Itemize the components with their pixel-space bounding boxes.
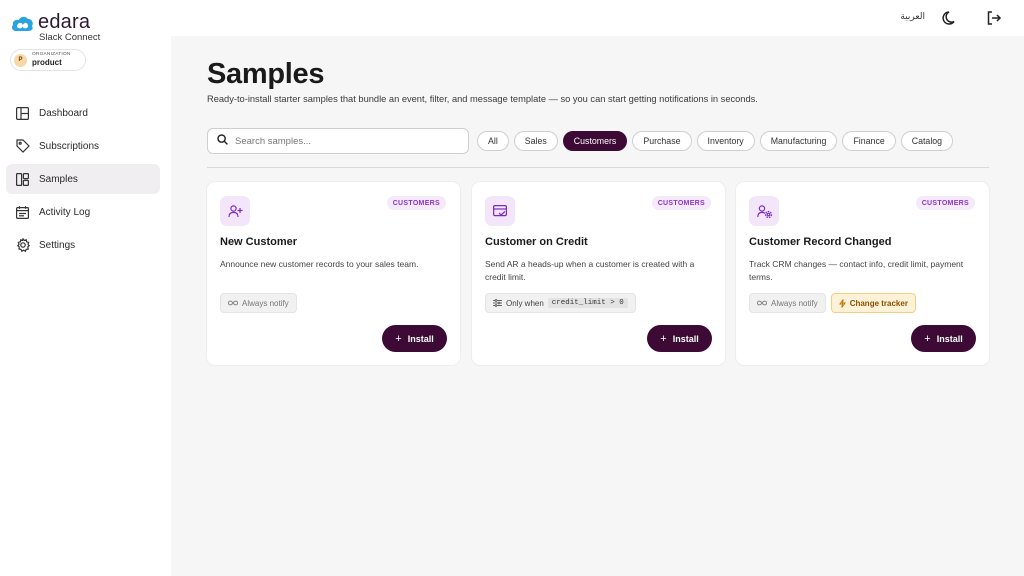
notify-badge: Always notify [220,293,297,313]
badge-text: Always notify [242,298,289,308]
card-badges: Only when credit_limit > 0 [485,293,641,313]
moon-icon[interactable] [942,10,958,26]
cloud-logo-icon [12,16,33,31]
bolt-icon [838,298,846,308]
organization-switcher[interactable]: P ORGANIZATION product [10,49,86,71]
filter-chip-customers[interactable]: Customers [562,131,628,151]
sidebar-item-activity-log[interactable]: Activity Log [6,197,160,227]
card-badges: Always notify [220,293,302,313]
sidebar-item-label: Activity Log [39,206,91,218]
page-subtitle: Ready-to-install starter samples that bu… [207,94,758,104]
filter-icon [493,299,502,307]
brand-name: edara [38,11,91,33]
filter-chip-all[interactable]: All [477,131,509,151]
infinity-icon [228,300,238,306]
brand[interactable]: edara Slack Connect [10,12,100,43]
search-icon [217,132,228,150]
top-bar: العربية [171,0,1024,36]
filter-chip-sales[interactable]: Sales [513,131,558,151]
filter-chip-manufacturing[interactable]: Manufacturing [759,131,838,151]
plus-icon: + [660,332,667,345]
filter-chip-inventory[interactable]: Inventory [696,131,755,151]
plus-icon: + [395,332,402,345]
card-title: Customer on Credit [485,236,588,248]
category-tag: CUSTOMERS [386,196,446,210]
sidebar: edara Slack Connect P ORGANIZATION produ… [0,0,171,576]
badge-text: Only when [506,298,544,308]
card-description: Announce new customer records to your sa… [220,259,419,269]
sidebar-item-label: Dashboard [39,107,88,119]
filter-chip-finance[interactable]: Finance [842,131,896,151]
org-name: product [32,57,62,67]
card-badges: Always notify Change tracker [749,293,921,313]
language-toggle[interactable]: العربية [900,11,925,22]
condition-badge: Only when credit_limit > 0 [485,293,636,313]
filter-chip-purchase[interactable]: Purchase [632,131,692,151]
sidebar-item-settings[interactable]: Settings [6,230,160,260]
notify-badge: Always notify [749,293,826,313]
sidebar-item-label: Samples [39,173,78,185]
tag-icon [15,139,30,154]
install-button[interactable]: + Install [911,325,976,352]
filter-chip-catalog[interactable]: Catalog [900,131,954,151]
sidebar-item-subscriptions[interactable]: Subscriptions [6,131,160,161]
org-avatar: P [14,53,27,67]
dashboard-icon [15,106,30,121]
install-button[interactable]: + Install [647,325,712,352]
badge-text: Always notify [771,298,818,308]
category-tag: CUSTOMERS [915,196,975,210]
gear-icon [15,238,30,253]
sidebar-nav: Dashboard Subscriptions Samples Activity… [6,98,160,263]
brand-subtitle: Slack Connect [39,32,101,43]
condition-code: credit_limit > 0 [547,298,628,308]
calendar-icon [15,205,30,220]
install-button[interactable]: + Install [382,325,447,352]
card-description: Send AR a heads-up when a customer is cr… [485,259,695,282]
card-title: Customer Record Changed [749,236,892,248]
card-description: Track CRM changes — contact info, credit… [749,259,964,282]
page-title: Samples [207,58,325,90]
credit-card-icon [485,196,515,226]
change-tracker-badge: Change tracker [830,293,916,313]
sidebar-item-samples[interactable]: Samples [6,164,160,194]
plus-icon: + [924,332,931,345]
sidebar-item-label: Settings [39,239,76,251]
category-filters: All Sales Customers Purchase Inventory M… [477,131,958,151]
user-gear-icon [749,196,779,226]
sample-card-new-customer: CUSTOMERS New Customer Announce new cust… [207,182,460,365]
sample-card-customer-on-credit: CUSTOMERS Customer on Credit Send AR a h… [472,182,725,365]
infinity-icon [757,300,767,306]
user-plus-icon [220,196,250,226]
sidebar-item-label: Subscriptions [39,140,100,152]
sample-card-customer-record-changed: CUSTOMERS Customer Record Changed Track … [736,182,989,365]
install-label: Install [672,333,699,344]
install-label: Install [407,333,434,344]
search-input[interactable] [235,135,455,147]
category-tag: CUSTOMERS [651,196,711,210]
sidebar-item-dashboard[interactable]: Dashboard [6,98,160,128]
badge-text: Change tracker [849,298,908,308]
install-label: Install [936,333,963,344]
main-content: Samples Ready-to-install starter samples… [171,36,1024,576]
divider [207,167,989,168]
card-title: New Customer [220,236,298,248]
samples-icon [15,172,30,187]
logout-icon[interactable] [986,10,1002,26]
search-box[interactable] [207,128,469,154]
